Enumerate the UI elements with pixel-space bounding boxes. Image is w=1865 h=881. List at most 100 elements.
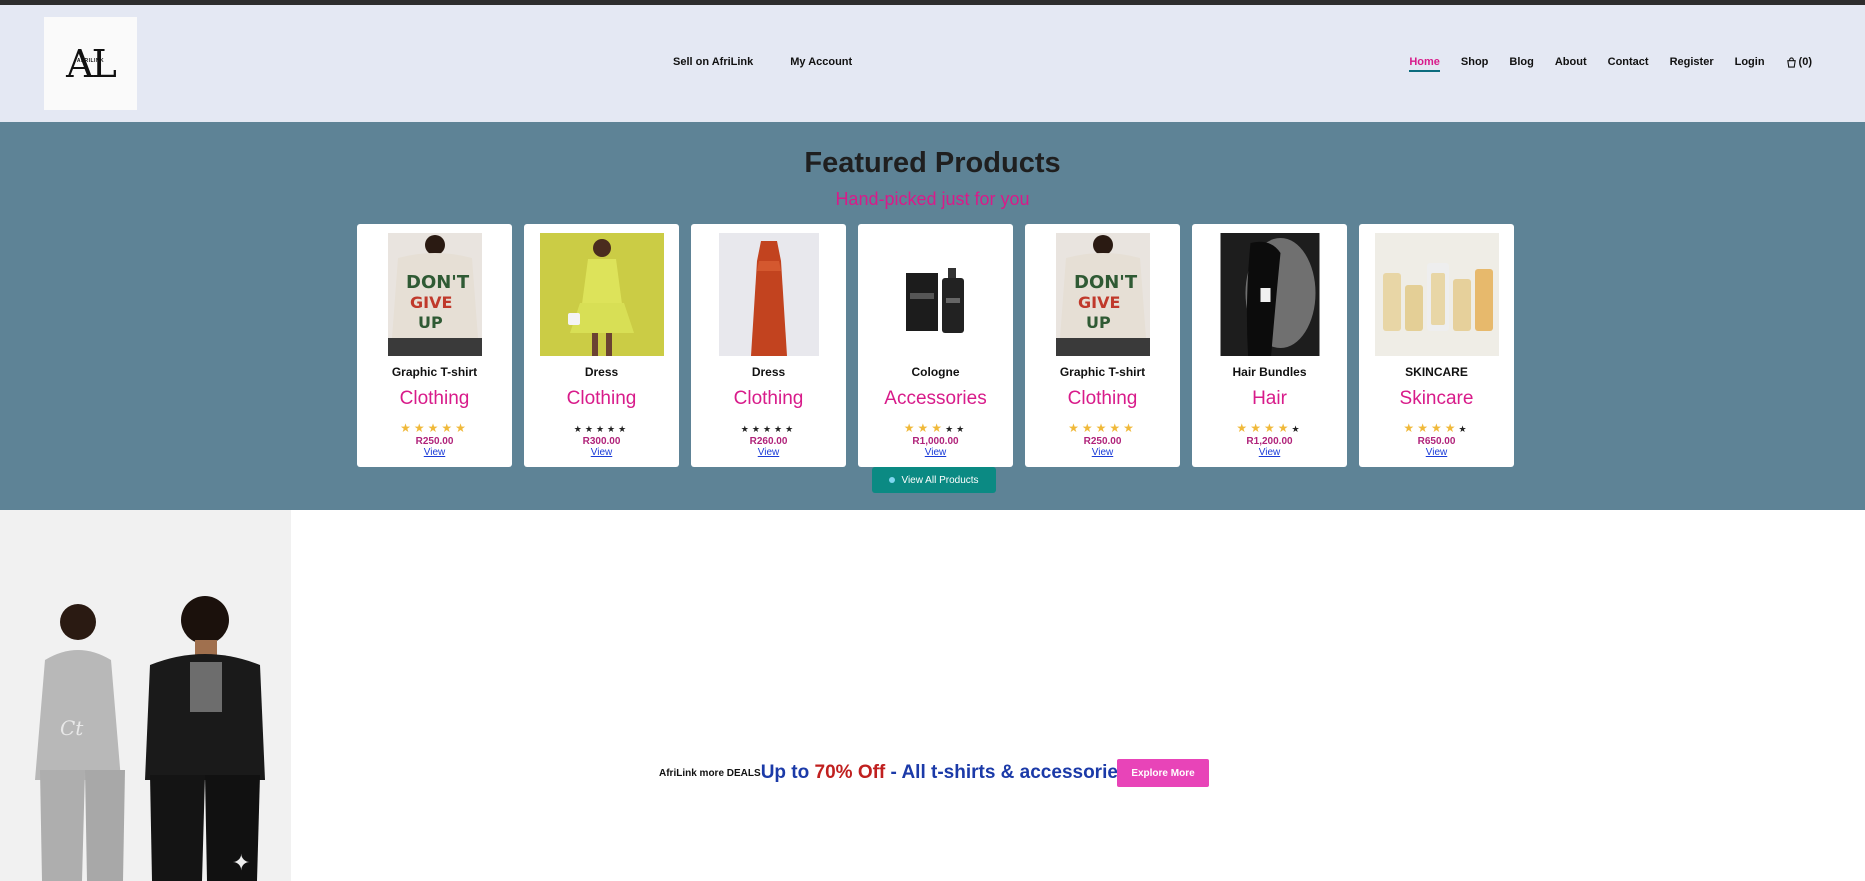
- explore-more-button[interactable]: Explore More: [1117, 759, 1209, 787]
- product-name: Dress: [751, 365, 786, 379]
- product-name: Dress: [584, 365, 619, 379]
- shopping-bag-icon: [1786, 56, 1796, 68]
- star-filled-icon: ★: [931, 421, 946, 435]
- site-logo[interactable]: AL AFRILINK: [44, 17, 137, 110]
- product-image[interactable]: [718, 233, 819, 356]
- sell-on-afrilink-link[interactable]: Sell on AfriLink: [673, 56, 753, 68]
- headline-prefix: Up to: [760, 762, 815, 783]
- star-empty-icon: ★: [584, 424, 596, 434]
- nav-shop[interactable]: Shop: [1461, 56, 1489, 68]
- svg-text:✦: ✦: [232, 850, 250, 875]
- product-card[interactable]: SKINCARE Skincare ★★★★★ R650.00 View: [1359, 224, 1514, 467]
- star-empty-icon: ★: [740, 424, 752, 434]
- secondary-nav: Sell on AfriLink My Account: [673, 56, 852, 68]
- star-filled-icon: ★: [917, 421, 932, 435]
- deals-label: AfriLink more DEALS: [659, 767, 761, 779]
- product-view-link[interactable]: View: [691, 447, 846, 458]
- star-filled-icon: ★: [1123, 421, 1137, 435]
- product-rating: ★★★★★: [1192, 422, 1347, 434]
- product-image[interactable]: [1374, 233, 1499, 356]
- product-image[interactable]: DON'T GIVE UP: [1055, 233, 1150, 356]
- product-price: R250.00: [415, 436, 454, 447]
- star-filled-icon: ★: [1109, 421, 1124, 435]
- logo-text: AL: [66, 41, 117, 86]
- star-filled-icon: ★: [1263, 421, 1278, 435]
- cart-button[interactable]: (0): [1786, 56, 1812, 68]
- star-filled-icon: ★: [427, 421, 442, 435]
- product-rating: ★★★★★: [1359, 422, 1514, 434]
- svg-text:Ct: Ct: [60, 716, 84, 740]
- product-card[interactable]: DON'T GIVE UP Graphic T-shirt Clothing ★★★★★ R…: [1025, 224, 1180, 467]
- svg-text:UP: UP: [418, 313, 443, 332]
- product-card[interactable]: Dress Clothing ★★★★★ R260.00 View: [691, 224, 846, 467]
- product-card[interactable]: DON'T GIVE UP Graphic T-shirt Clothing ★★★★★ R…: [357, 224, 512, 467]
- product-category: Skincare: [1399, 388, 1474, 409]
- star-filled-icon: ★: [1081, 421, 1096, 435]
- product-view-link[interactable]: View: [1025, 447, 1180, 458]
- star-empty-icon: ★: [595, 424, 608, 434]
- product-image[interactable]: DON'T GIVE UP: [387, 233, 482, 356]
- product-view-link[interactable]: View: [524, 447, 679, 458]
- nav-home[interactable]: Home: [1409, 56, 1440, 72]
- product-price: R1,000.00: [912, 436, 959, 447]
- product-price: R250.00: [1083, 436, 1122, 447]
- star-filled-icon: ★: [1430, 421, 1445, 435]
- nav-register[interactable]: Register: [1670, 56, 1714, 68]
- star-empty-icon: ★: [1458, 424, 1470, 434]
- star-filled-icon: ★: [1068, 421, 1082, 435]
- nav-about[interactable]: About: [1555, 56, 1587, 68]
- logo-mark: AL AFRILINK: [66, 41, 117, 86]
- view-all-label: View All Products: [901, 474, 979, 486]
- svg-text:GIVE: GIVE: [410, 293, 452, 312]
- product-image[interactable]: [539, 233, 664, 356]
- product-name: Graphic T-shirt: [391, 365, 478, 379]
- main-nav: Home Shop Blog About Contact Register Lo…: [1409, 56, 1812, 72]
- product-rating: ★★★★★: [1025, 422, 1180, 434]
- star-empty-icon: ★: [607, 424, 619, 434]
- product-category: Hair: [1252, 388, 1287, 409]
- star-filled-icon: ★: [1095, 421, 1110, 435]
- logo-subtext: AFRILINK: [76, 57, 105, 64]
- product-cards: DON'T GIVE UP Graphic T-shirt Clothing ★★★★★ R…: [357, 224, 1514, 467]
- nav-blog[interactable]: Blog: [1509, 56, 1533, 68]
- product-rating: ★★★★★: [357, 422, 512, 434]
- star-filled-icon: ★: [441, 421, 456, 435]
- svg-text:UP: UP: [1086, 313, 1111, 332]
- my-account-link[interactable]: My Account: [790, 56, 852, 68]
- star-empty-icon: ★: [762, 424, 775, 434]
- nav-contact[interactable]: Contact: [1608, 56, 1649, 68]
- product-price: R1,200.00: [1246, 436, 1293, 447]
- view-all-products-button[interactable]: View All Products: [872, 467, 996, 493]
- featured-subtitle: Hand-picked just for you: [835, 189, 1030, 209]
- product-image[interactable]: [885, 233, 986, 356]
- star-empty-icon: ★: [573, 424, 585, 434]
- product-image[interactable]: [1220, 233, 1319, 356]
- product-card[interactable]: Dress Clothing ★★★★★ R300.00 View: [524, 224, 679, 467]
- promo-image: Ct ✦: [0, 510, 291, 881]
- star-filled-icon: ★: [413, 421, 428, 435]
- product-name: Graphic T-shirt: [1059, 365, 1146, 379]
- star-empty-icon: ★: [774, 424, 786, 434]
- product-view-link[interactable]: View: [357, 447, 512, 458]
- product-card[interactable]: Cologne Accessories ★★★★★ R1,000.00 View: [858, 224, 1013, 467]
- product-view-link[interactable]: View: [1192, 447, 1347, 458]
- svg-text:DON'T: DON'T: [406, 272, 470, 293]
- product-category: Clothing: [399, 388, 470, 409]
- star-filled-icon: ★: [903, 421, 918, 435]
- product-price: R650.00: [1417, 436, 1456, 447]
- product-view-link[interactable]: View: [1359, 447, 1514, 458]
- product-category: Clothing: [733, 388, 804, 409]
- nav-login[interactable]: Login: [1735, 56, 1765, 68]
- featured-title: Featured Products: [804, 147, 1061, 179]
- product-card[interactable]: Hair Bundles Hair ★★★★★ R1,200.00 View: [1192, 224, 1347, 467]
- product-view-link[interactable]: View: [858, 447, 1013, 458]
- product-category: Accessories: [884, 388, 987, 409]
- product-category: Clothing: [566, 388, 637, 409]
- star-filled-icon: ★: [1236, 421, 1251, 435]
- star-filled-icon: ★: [455, 421, 469, 435]
- headline-highlight: 70% Off: [814, 762, 886, 783]
- dot-icon: [889, 477, 896, 483]
- product-rating: ★★★★★: [524, 422, 679, 434]
- product-category: Clothing: [1067, 388, 1138, 409]
- star-empty-icon: ★: [618, 424, 630, 434]
